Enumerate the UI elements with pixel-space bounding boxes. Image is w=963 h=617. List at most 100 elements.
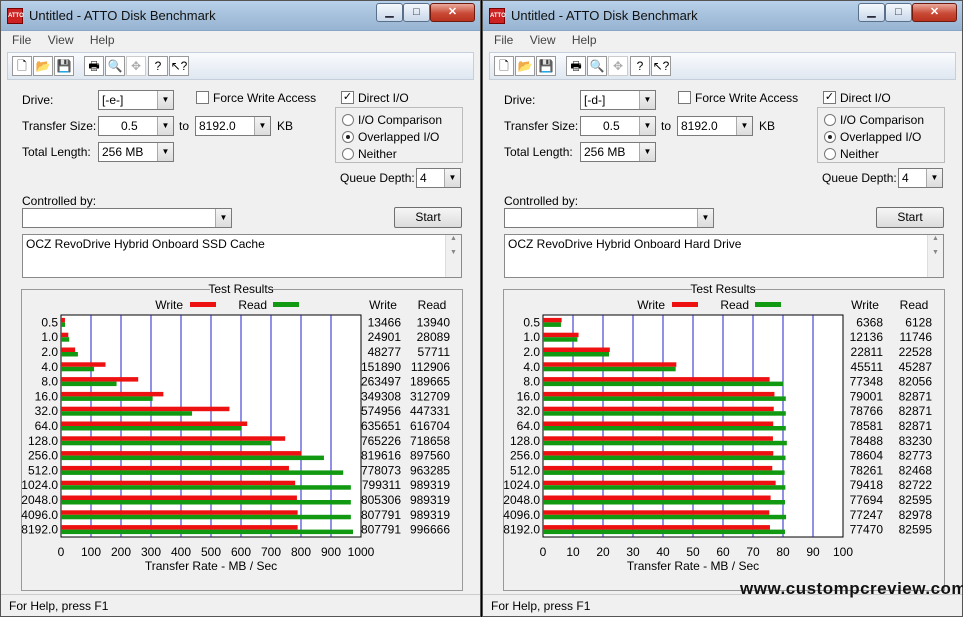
category-label: 128.0 bbox=[28, 434, 58, 448]
read-bar bbox=[543, 440, 787, 446]
x-tick-label: 600 bbox=[231, 545, 251, 559]
category-label: 4096.0 bbox=[503, 508, 540, 522]
read-value: 82871 bbox=[899, 389, 933, 403]
read-value: 6128 bbox=[905, 315, 932, 329]
chart-title: Test Results bbox=[208, 282, 273, 296]
legend-write-swatch bbox=[190, 302, 216, 307]
read-bar bbox=[61, 352, 78, 357]
read-value: 989319 bbox=[410, 508, 450, 522]
read-value: 82056 bbox=[899, 375, 933, 389]
read-value: 989319 bbox=[410, 478, 450, 492]
transfer-rate-chart: Test Results Write Read Write Read 0 100 200 300… bbox=[21, 282, 451, 573]
write-value: 77247 bbox=[850, 508, 884, 522]
category-label: 8.0 bbox=[523, 375, 540, 389]
write-value: 805306 bbox=[361, 493, 401, 507]
write-value: 78261 bbox=[850, 463, 884, 477]
write-bar bbox=[543, 362, 677, 367]
x-tick-label: 80 bbox=[776, 545, 790, 559]
read-bar bbox=[543, 322, 561, 327]
write-bar bbox=[61, 480, 296, 486]
write-value: 78766 bbox=[850, 404, 884, 418]
read-value: 82871 bbox=[899, 419, 933, 433]
category-label: 32.0 bbox=[35, 404, 59, 418]
write-bar bbox=[543, 347, 610, 352]
legend-read-label: Read bbox=[720, 298, 749, 312]
write-bar bbox=[543, 525, 770, 530]
x-axis-label: Transfer Rate - MB / Sec bbox=[145, 559, 277, 573]
write-value: 78488 bbox=[850, 434, 884, 448]
read-bar bbox=[61, 337, 70, 342]
x-tick-label: 40 bbox=[656, 545, 670, 559]
read-value: 83230 bbox=[899, 434, 933, 448]
write-bar bbox=[543, 436, 773, 441]
read-value: 312709 bbox=[410, 389, 450, 403]
category-label: 32.0 bbox=[517, 404, 541, 418]
write-value: 819616 bbox=[361, 449, 401, 463]
category-label: 8192.0 bbox=[503, 523, 540, 537]
read-bar bbox=[543, 514, 787, 520]
write-value: 24901 bbox=[368, 330, 402, 344]
legend-write-label: Write bbox=[155, 298, 183, 312]
write-value: 349308 bbox=[361, 389, 401, 403]
write-bar bbox=[61, 347, 76, 352]
write-value: 78604 bbox=[850, 449, 884, 463]
read-bar bbox=[61, 426, 242, 431]
x-tick-label: 400 bbox=[171, 545, 191, 559]
x-tick-label: 900 bbox=[321, 545, 341, 559]
read-value: 996666 bbox=[410, 523, 450, 537]
write-bar bbox=[543, 510, 770, 515]
write-value: 78581 bbox=[850, 419, 884, 433]
read-value: 897560 bbox=[410, 449, 450, 463]
write-bar bbox=[543, 495, 771, 500]
status-text: For Help, press F1 bbox=[9, 599, 109, 613]
read-bar bbox=[543, 337, 578, 342]
read-bar bbox=[543, 470, 785, 475]
read-bar bbox=[61, 322, 66, 327]
read-value: 82871 bbox=[899, 404, 933, 418]
read-value: 112906 bbox=[411, 360, 450, 374]
write-value: 48277 bbox=[368, 345, 402, 359]
write-bar bbox=[61, 436, 286, 441]
x-tick-label: 800 bbox=[291, 545, 311, 559]
read-bar bbox=[543, 396, 786, 401]
read-bar bbox=[543, 352, 609, 357]
write-value: 77470 bbox=[850, 523, 884, 537]
category-label: 1024.0 bbox=[21, 478, 58, 492]
category-label: 16.0 bbox=[517, 389, 541, 403]
read-value: 11746 bbox=[900, 330, 933, 344]
atto-window-ssd: ATTO Untitled - ATTO Disk Benchmark ▁ □ … bbox=[0, 0, 481, 617]
read-bar bbox=[543, 500, 785, 505]
legend-read-swatch bbox=[273, 302, 299, 307]
x-tick-label: 70 bbox=[746, 545, 760, 559]
write-value: 151890 bbox=[361, 360, 401, 374]
category-label: 4096.0 bbox=[21, 508, 58, 522]
x-tick-label: 0 bbox=[540, 545, 547, 559]
write-bar bbox=[61, 510, 298, 515]
read-bar bbox=[61, 411, 193, 416]
x-tick-label: 10 bbox=[566, 545, 580, 559]
read-value: 989319 bbox=[410, 493, 450, 507]
category-label: 256.0 bbox=[510, 449, 540, 463]
category-label: 4.0 bbox=[41, 360, 58, 374]
column-read-header: Read bbox=[418, 298, 447, 312]
x-tick-label: 100 bbox=[81, 545, 101, 559]
read-bar bbox=[543, 529, 785, 535]
atto-window-hdd: ATTO Untitled - ATTO Disk Benchmark ▁ □ … bbox=[482, 0, 963, 617]
read-value: 13940 bbox=[417, 315, 451, 329]
write-value: 77348 bbox=[850, 375, 884, 389]
category-label: 0.5 bbox=[523, 315, 540, 329]
status-text: For Help, press F1 bbox=[491, 599, 591, 613]
write-bar bbox=[543, 421, 774, 426]
write-value: 765226 bbox=[361, 434, 401, 448]
read-bar bbox=[543, 485, 786, 490]
write-bar bbox=[543, 377, 770, 382]
category-label: 1.0 bbox=[41, 330, 58, 344]
chart-title: Test Results bbox=[690, 282, 755, 296]
write-value: 79418 bbox=[850, 478, 884, 492]
write-bar bbox=[61, 421, 248, 426]
write-bar bbox=[61, 317, 65, 323]
read-value: 718658 bbox=[410, 434, 450, 448]
category-label: 64.0 bbox=[35, 419, 59, 433]
category-label: 1.0 bbox=[523, 330, 540, 344]
read-value: 57711 bbox=[418, 345, 451, 359]
